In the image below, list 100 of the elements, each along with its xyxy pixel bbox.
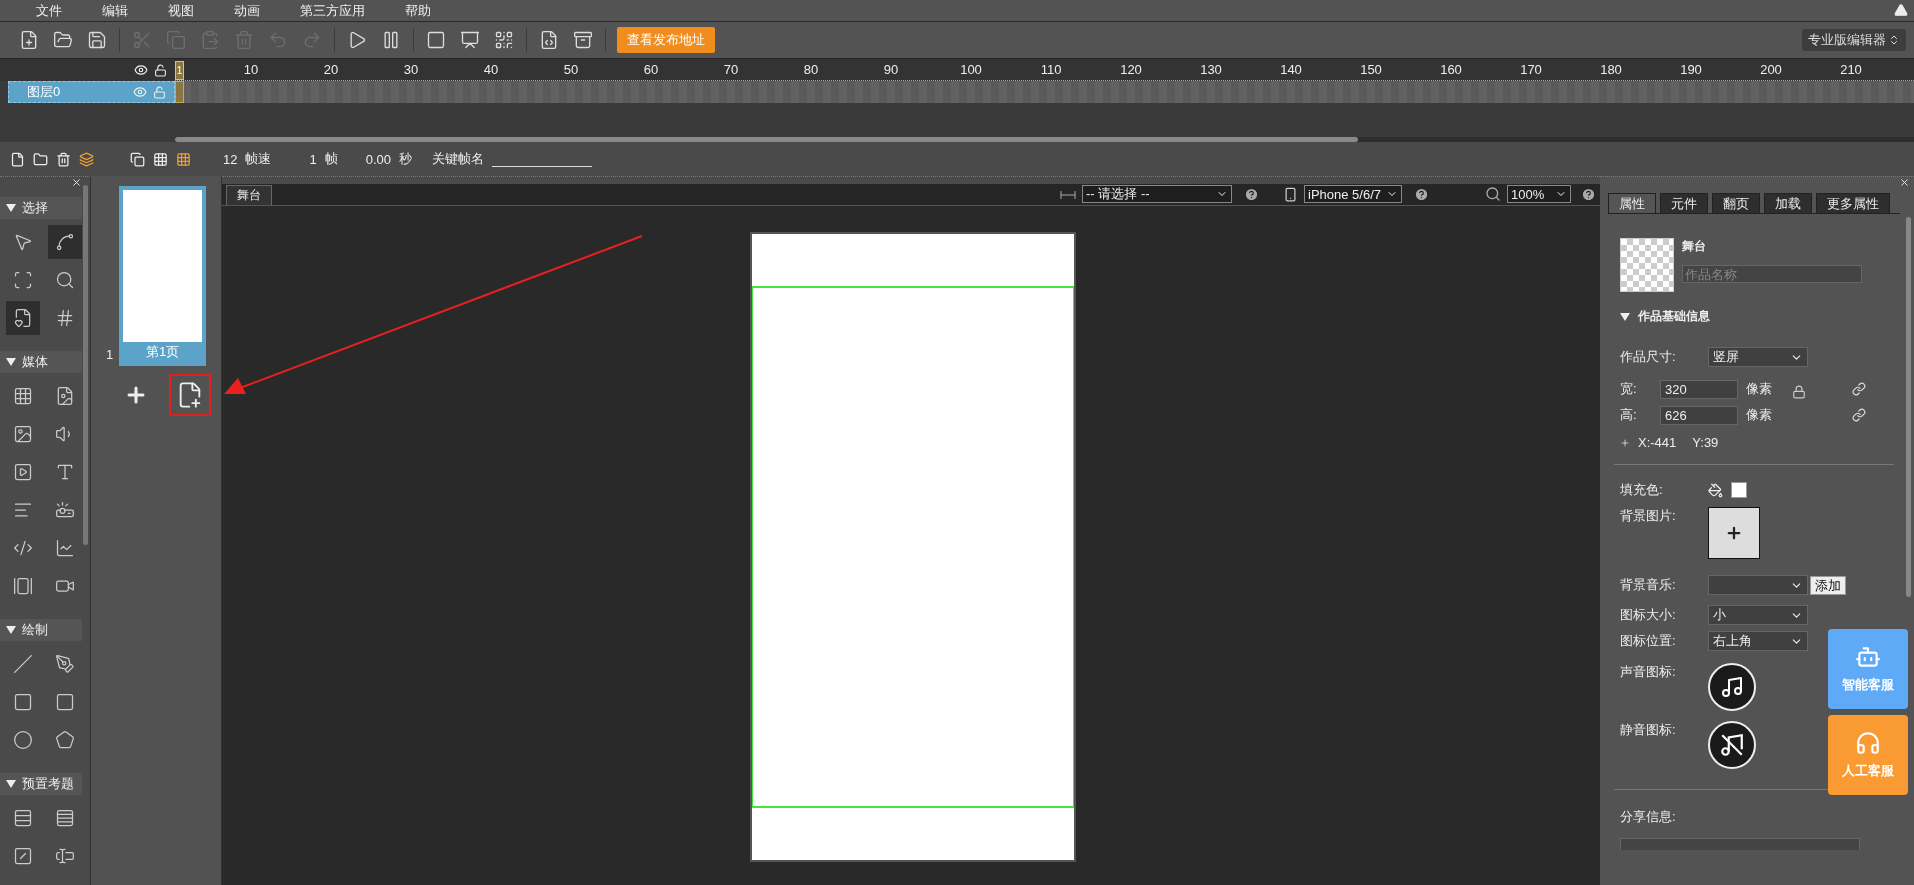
help-icon[interactable] — [1244, 187, 1259, 202]
layout-select[interactable]: -- 请选择 -- — [1082, 185, 1232, 203]
scissors-icon — [132, 30, 152, 50]
size-select[interactable]: 竖屏 — [1708, 347, 1808, 367]
trash-icon — [234, 30, 254, 50]
keyframe-name-label: 关键帧名 — [432, 150, 484, 168]
panel-tab[interactable]: 加载 — [1764, 193, 1812, 213]
width-field[interactable]: 320 — [1660, 379, 1738, 399]
stage-thumbnail — [1620, 238, 1674, 292]
paint-bucket-icon[interactable] — [1708, 482, 1723, 498]
stage-label: 舞台 — [1682, 238, 1707, 255]
code-icon — [13, 538, 33, 558]
zoom-select[interactable]: 100% — [1507, 185, 1571, 203]
frame-ruler[interactable]: 1 10 20 30 40 50 60 70 80 90 100 110 120 130 140 150 160 170 180 190 200 210 — [175, 59, 1914, 81]
icon-size-select[interactable]: 小 — [1708, 605, 1808, 625]
field-label: 作品尺寸: — [1620, 348, 1677, 366]
new-file-icon — [19, 30, 39, 50]
ruler-label: 20 — [323, 62, 339, 77]
section-header[interactable]: 作品基础信息 — [1620, 308, 1894, 325]
tool-section-header[interactable]: 预置考题 — [0, 773, 82, 795]
ruler-label: 70 — [723, 62, 739, 77]
menu-item[interactable]: 编辑 — [82, 1, 148, 20]
ruler-label: 10 — [243, 62, 259, 77]
height-field[interactable]: 626 — [1660, 405, 1738, 425]
eye-icon[interactable] — [134, 63, 148, 77]
plus-icon — [1725, 524, 1743, 542]
menu-item[interactable]: 文件 — [16, 1, 82, 20]
page-label: 第1页 — [145, 343, 181, 361]
frame-grid-icon[interactable] — [176, 151, 191, 167]
ruler-label: 160 — [1440, 62, 1462, 77]
scrollbar-thumb[interactable] — [175, 137, 1358, 142]
page-number: 1 — [105, 347, 114, 362]
rounded-rectangle-icon — [55, 692, 75, 712]
pen-icon — [55, 654, 75, 674]
y-coordinate: Y:39 — [1692, 435, 1719, 450]
field-label: 高: — [1620, 406, 1638, 424]
menu-item[interactable]: 动画 — [214, 1, 280, 20]
current-frame-marker[interactable]: 1 — [175, 61, 184, 80]
fill-color-swatch[interactable] — [1731, 482, 1747, 498]
name-field[interactable]: 作品名称 — [1682, 265, 1862, 283]
close-icon[interactable] — [1899, 177, 1910, 188]
layers-icon[interactable] — [79, 151, 94, 167]
insert-page-button[interactable] — [169, 374, 211, 416]
scrollbar-thumb[interactable] — [83, 185, 88, 545]
paste-icon — [200, 30, 220, 50]
qr-code-icon — [494, 30, 514, 50]
tool-section-header[interactable]: 媒体 — [0, 351, 82, 373]
folder-icon[interactable] — [33, 151, 48, 167]
slashed-square-icon — [13, 846, 33, 866]
x-coordinate: X:-441 — [1638, 435, 1677, 450]
page-star-tool[interactable] — [6, 301, 40, 335]
panel-tab[interactable]: 翻页 — [1712, 193, 1760, 213]
close-icon[interactable] — [71, 177, 82, 188]
frame-label: 帧 — [324, 150, 338, 168]
collapse-triangle-icon — [6, 358, 16, 366]
panel-tab[interactable]: 元件 — [1660, 193, 1708, 213]
scrollbar-thumb[interactable] — [1906, 217, 1911, 597]
menu-item[interactable]: 第三方应用 — [280, 1, 385, 20]
text-field-icon — [55, 846, 75, 866]
new-layer-icon[interactable] — [10, 151, 25, 167]
add-image-button[interactable] — [1708, 507, 1760, 559]
link-icon[interactable] — [1852, 382, 1866, 396]
device-select[interactable]: iPhone 5/6/7 — [1304, 185, 1402, 203]
screen-icon — [460, 30, 480, 50]
panel-tab[interactable]: 更多属性 — [1816, 193, 1890, 213]
frames-icon[interactable] — [130, 151, 145, 167]
text-icon — [55, 462, 75, 482]
tool-section-header[interactable]: 选择 — [0, 197, 82, 219]
help-icon[interactable] — [1414, 187, 1429, 202]
ruler-label: 170 — [1520, 62, 1542, 77]
curve-tool-tool[interactable] — [48, 225, 82, 259]
zoom-icon — [55, 270, 75, 290]
seconds-label: 秒 — [399, 150, 412, 168]
stage-tab[interactable]: 舞台 — [226, 185, 272, 205]
help-icon[interactable] — [1581, 187, 1596, 202]
unlock-icon[interactable] — [154, 63, 167, 77]
field-label: 分享信息: — [1620, 808, 1676, 826]
transform-icon — [13, 270, 33, 290]
ruler-label: 80 — [803, 62, 819, 77]
trash-icon[interactable] — [56, 151, 71, 167]
share-title-field[interactable] — [1620, 838, 1860, 850]
mute-icon-button[interactable] — [1708, 721, 1756, 769]
sound-icon-button[interactable] — [1708, 663, 1756, 711]
field-label: 静音图标: — [1620, 721, 1677, 739]
collapse-triangle-icon — [6, 626, 16, 634]
add-button[interactable]: 添加 — [1810, 575, 1846, 595]
ruler-label: 90 — [883, 62, 899, 77]
tool-section-header[interactable]: 绘制 — [0, 619, 82, 641]
fps-value: 12 — [223, 151, 238, 167]
page-star-icon — [13, 308, 33, 328]
guides-icon — [55, 308, 75, 328]
icon-position-select[interactable]: 右上角 — [1708, 631, 1808, 651]
panel-tab[interactable]: 属性 — [1608, 193, 1656, 213]
editor-mode-select[interactable]: 专业版编辑器 — [1802, 29, 1906, 51]
circle-icon — [13, 730, 33, 750]
collapse-icon[interactable] — [1894, 3, 1908, 17]
link-icon[interactable] — [1852, 408, 1866, 422]
chart-icon — [55, 538, 75, 558]
menu-item[interactable]: 视图 — [148, 1, 214, 20]
menu-item[interactable]: 帮助 — [385, 1, 451, 20]
